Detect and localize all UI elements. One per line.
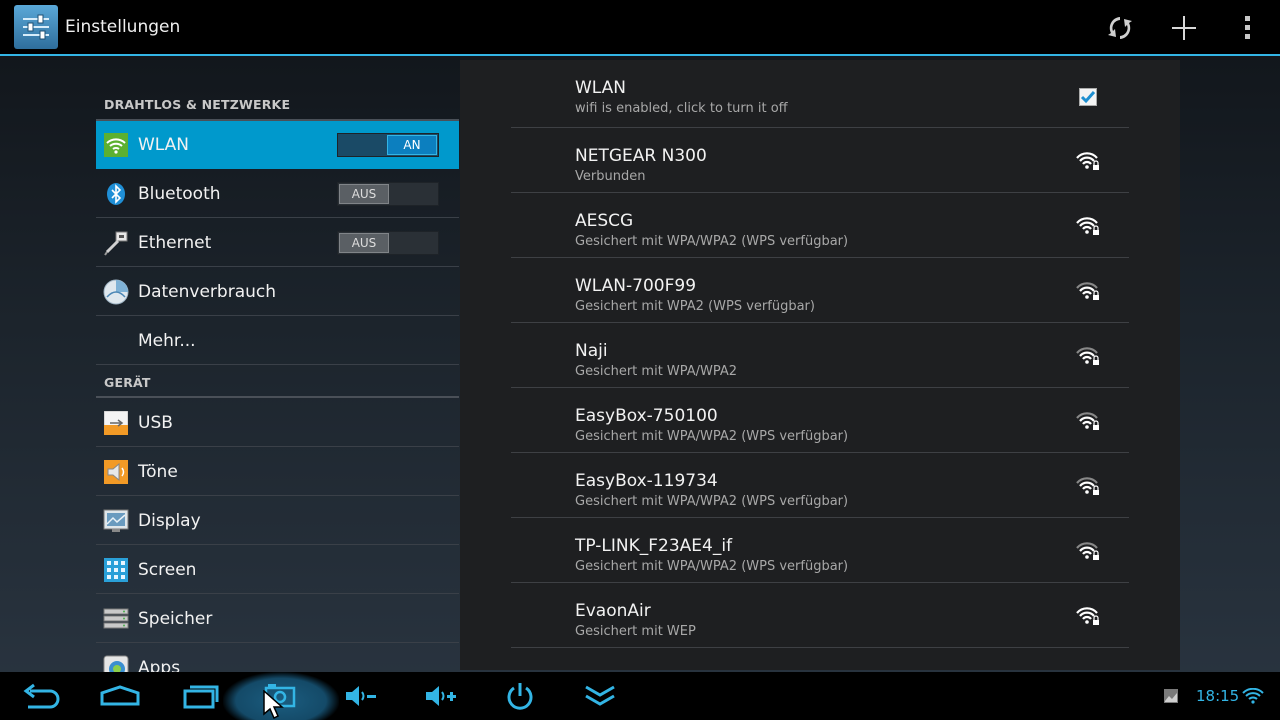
wifi-network-row[interactable]: EasyBox-750100 Gesichert mit WPA/WPA2 (W… (511, 388, 1129, 453)
home-icon[interactable] (96, 676, 144, 716)
wlan-checkbox[interactable] (1079, 88, 1097, 106)
wifi-network-row[interactable]: AESCG Gesichert mit WPA/WPA2 (WPS verfüg… (511, 193, 1129, 258)
volume-down-icon[interactable] (336, 676, 384, 716)
settings-item-screen[interactable]: Screen (96, 546, 459, 594)
power-icon[interactable] (496, 676, 544, 716)
wifi-network-row[interactable]: NETGEAR N300 Verbunden (511, 128, 1129, 193)
mouse-cursor-icon (263, 689, 293, 720)
wifi-panel: WLAN wifi is enabled, click to turn it o… (460, 60, 1180, 670)
usb-icon (103, 410, 129, 436)
bluetooth-icon (103, 181, 129, 207)
settings-item-label: WLAN (138, 134, 190, 155)
network-status: Verbunden (575, 169, 646, 184)
settings-item-label: Datenverbrauch (138, 281, 277, 302)
network-name: WLAN-700F99 (575, 276, 697, 296)
network-status: Gesichert mit WPA/WPA2 (WPS verfügbar) (575, 429, 849, 444)
settings-item-more[interactable]: Mehr... (96, 317, 459, 365)
network-status: Gesichert mit WPA/WPA2 (WPS verfügbar) (575, 494, 849, 509)
settings-list: DRAHTLOS & NETZWERKE WLAN AN Bluetooth A (96, 58, 459, 672)
toggle-state: AUS (339, 184, 389, 204)
settings-item-label: Speicher (138, 608, 213, 629)
network-status: Gesichert mit WEP (575, 624, 696, 639)
settings-item-label: Mehr... (138, 330, 196, 351)
settings-item-label: Apps (138, 657, 181, 673)
speaker-icon (103, 459, 129, 485)
wifi-lock-icon (1076, 282, 1099, 300)
action-bar: Einstellungen (0, 0, 1280, 56)
network-status: Gesichert mit WPA/WPA2 (WPS verfügbar) (575, 559, 849, 574)
toggle-state: AN (387, 135, 437, 155)
gallery-notification-icon[interactable] (1163, 688, 1179, 708)
ethernet-icon (103, 230, 129, 256)
ethernet-toggle[interactable]: AUS (337, 231, 439, 255)
screen-grid-icon (103, 557, 129, 583)
settings-item-label: Ethernet (138, 232, 212, 253)
storage-icon (103, 606, 129, 632)
network-name: EasyBox-750100 (575, 406, 718, 426)
wifi-lock-icon (1076, 347, 1099, 365)
settings-item-usb[interactable]: USB (96, 399, 459, 447)
system-bar (0, 672, 1280, 720)
overflow-menu-icon[interactable] (1228, 8, 1268, 48)
settings-sliders-icon[interactable] (14, 5, 58, 49)
wlan-subtitle: wifi is enabled, click to turn it off (575, 101, 788, 116)
settings-item-sounds[interactable]: Töne (96, 448, 459, 496)
wifi-lock-icon (1076, 607, 1099, 625)
wlan-enable-row[interactable]: WLAN wifi is enabled, click to turn it o… (511, 63, 1129, 128)
toggle-state: AUS (339, 233, 389, 253)
settings-item-bluetooth[interactable]: Bluetooth AUS (96, 170, 459, 218)
divider (96, 396, 459, 398)
network-status: Gesichert mit WPA/WPA2 (575, 364, 738, 379)
wlan-toggle[interactable]: AN (337, 133, 439, 157)
page-title: Einstellungen (65, 17, 181, 37)
network-name: TP-LINK_F23AE4_if (575, 536, 733, 556)
settings-item-label: USB (138, 412, 173, 433)
network-name: NETGEAR N300 (575, 146, 707, 166)
settings-item-wlan[interactable]: WLAN AN (96, 121, 459, 169)
settings-item-data-usage[interactable]: Datenverbrauch (96, 268, 459, 316)
settings-item-display[interactable]: Display (96, 497, 459, 545)
settings-item-label: Töne (138, 461, 178, 482)
network-name: EasyBox-119734 (575, 471, 718, 491)
refresh-icon[interactable] (1100, 8, 1140, 48)
wifi-lock-icon (1076, 477, 1099, 495)
volume-up-icon[interactable] (416, 676, 464, 716)
recent-apps-icon[interactable] (177, 676, 225, 716)
settings-item-ethernet[interactable]: Ethernet AUS (96, 219, 459, 267)
wifi-network-row[interactable]: WLAN-700F99 Gesichert mit WPA2 (WPS verf… (511, 258, 1129, 323)
wlan-title: WLAN (575, 78, 627, 98)
wifi-lock-icon (1076, 542, 1099, 560)
clock: 18:15 (1196, 687, 1240, 705)
bluetooth-toggle[interactable]: AUS (337, 182, 439, 206)
hide-bar-icon[interactable] (576, 676, 624, 716)
network-name: AESCG (575, 211, 634, 231)
wifi-network-row[interactable]: EvaonAir Gesichert mit WEP (511, 583, 1129, 648)
apps-icon (103, 655, 129, 672)
wifi-network-row[interactable]: Naji Gesichert mit WPA/WPA2 (511, 323, 1129, 388)
settings-item-label: Screen (138, 559, 197, 580)
section-header-device: GERÄT (104, 375, 151, 390)
display-icon (103, 508, 129, 534)
wifi-lock-icon (1076, 152, 1099, 170)
wifi-lock-icon (1076, 412, 1099, 430)
network-status: Gesichert mit WPA/WPA2 (WPS verfügbar) (575, 234, 849, 249)
wifi-icon (103, 132, 129, 158)
settings-item-storage[interactable]: Speicher (96, 595, 459, 643)
section-header-wireless: DRAHTLOS & NETZWERKE (104, 97, 291, 112)
settings-item-label: Bluetooth (138, 183, 221, 204)
add-icon[interactable] (1164, 8, 1204, 48)
wifi-network-row[interactable]: TP-LINK_F23AE4_if Gesichert mit WPA/WPA2… (511, 518, 1129, 583)
wifi-network-row[interactable]: EasyBox-119734 Gesichert mit WPA/WPA2 (W… (511, 453, 1129, 518)
data-usage-icon (103, 279, 129, 305)
wifi-status-icon (1242, 687, 1264, 708)
network-name: EvaonAir (575, 601, 651, 621)
settings-item-label: Display (138, 510, 201, 531)
settings-item-apps[interactable]: Apps (96, 644, 459, 672)
network-status: Gesichert mit WPA2 (WPS verfügbar) (575, 299, 815, 314)
back-icon[interactable] (16, 676, 64, 716)
wifi-lock-icon (1076, 217, 1099, 235)
network-name: Naji (575, 341, 608, 361)
checkmark-icon (1080, 91, 1096, 104)
